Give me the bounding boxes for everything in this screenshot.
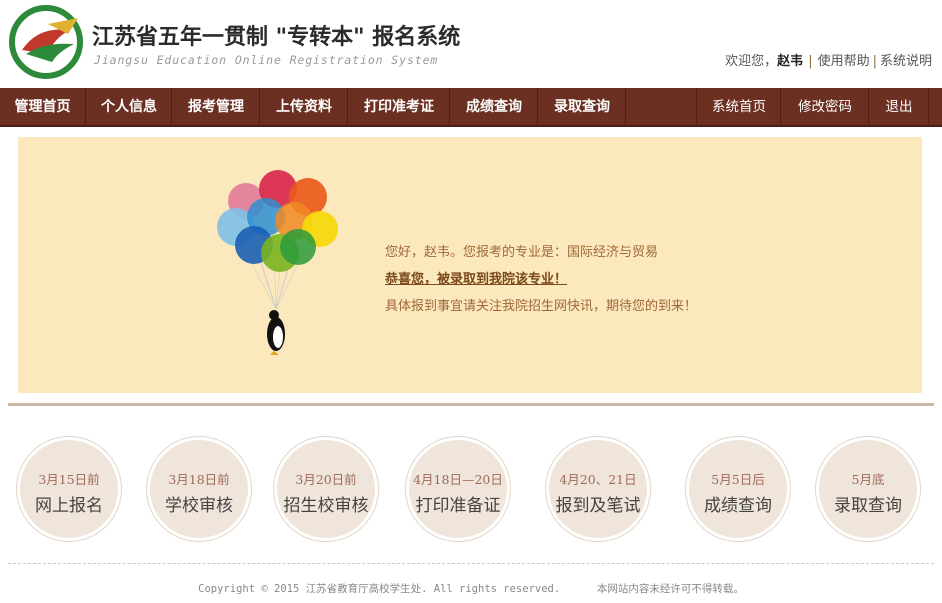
- reprint-notice: 本网站内容未经许可不得转载。: [596, 583, 744, 595]
- nav-divider: [696, 88, 697, 127]
- nav-item-print-ticket[interactable]: 打印准考证: [349, 88, 449, 127]
- step-name: 录取查询: [834, 496, 902, 516]
- welcome-text: 欢迎您，: [725, 54, 778, 69]
- step-print-ticket[interactable]: 4月18日—20日 打印准备证: [406, 437, 510, 541]
- about-link[interactable]: 系统说明: [880, 54, 932, 69]
- user-bar: 欢迎您，赵韦 | 使用帮助 | 系统说明: [725, 50, 932, 69]
- step-enrolling-school-review[interactable]: 3月20日前 招生校审核: [274, 437, 378, 541]
- step-name: 网上报名: [35, 496, 103, 516]
- nav-divider: [259, 88, 260, 127]
- step-name: 打印准备证: [415, 496, 501, 516]
- step-score-query[interactable]: 5月5日后 成绩查询: [686, 437, 790, 541]
- nav-item-exam-manage[interactable]: 报考管理: [173, 88, 259, 127]
- step-date: 4月18日—20日: [413, 472, 503, 487]
- nav-divider: [625, 88, 626, 127]
- nav-item-logout[interactable]: 退出: [870, 88, 928, 127]
- step-name: 成绩查询: [704, 496, 772, 516]
- step-name: 报到及笔试: [555, 496, 641, 516]
- step-date: 4月20、21日: [559, 472, 637, 487]
- nav-item-scores[interactable]: 成绩查询: [451, 88, 537, 127]
- nav-item-change-password[interactable]: 修改密码: [782, 88, 868, 127]
- nav-item-system-home[interactable]: 系统首页: [698, 88, 780, 127]
- step-admission-query[interactable]: 5月底 录取查询: [816, 437, 920, 541]
- step-online-registration[interactable]: 3月15日前 网上报名: [17, 437, 121, 541]
- step-date: 5月5日后: [711, 472, 765, 487]
- main-nav: 管理首页 个人信息 报考管理 上传资料 打印准考证 成绩查询 录取查询 系统首页…: [0, 88, 942, 127]
- admission-banner: 您好，赵韦。您报考的专业是：国际经济与贸易 恭喜您，被录取到我院该专业！ 具体报…: [18, 137, 922, 393]
- footer-divider: [8, 563, 934, 564]
- user-name: 赵韦: [777, 54, 804, 69]
- nav-item-upload[interactable]: 上传资料: [261, 88, 347, 127]
- site-title: 江苏省五年一贯制 "专转本" 报名系统: [92, 24, 461, 50]
- step-date: 5月底: [851, 472, 885, 487]
- separator: |: [808, 54, 813, 69]
- applicant-major-text: 您好，赵韦。您报考的专业是：国际经济与贸易: [385, 245, 659, 260]
- step-school-review[interactable]: 3月18日前 学校审核: [147, 437, 251, 541]
- separator: |: [872, 54, 877, 69]
- header: 江苏省五年一贯制 "专转本" 报名系统 Jiangsu Education On…: [0, 0, 942, 88]
- copyright-text: Copyright © 2015 江苏省教育厅高校学生处. All rights…: [198, 583, 561, 595]
- section-divider: [8, 403, 934, 406]
- step-name: 学校审核: [165, 496, 233, 516]
- registration-notice-text: 具体报到事宜请关注我院招生网快讯，期待您的到来！: [385, 299, 698, 314]
- step-date: 3月20日前: [295, 472, 357, 487]
- site-subtitle: Jiangsu Education Online Registration Sy…: [94, 53, 439, 67]
- nav-divider: [171, 88, 172, 127]
- footer: Copyright © 2015 江苏省教育厅高校学生处. All rights…: [0, 581, 942, 596]
- step-name: 招生校审核: [283, 496, 369, 516]
- nav-divider: [537, 88, 538, 127]
- nav-item-profile[interactable]: 个人信息: [87, 88, 171, 127]
- logo-icon: [9, 5, 83, 79]
- admission-congrats-text: 恭喜您，被录取到我院该专业！: [385, 272, 568, 287]
- balloons-penguin-illustration: [217, 170, 338, 355]
- nav-divider: [85, 88, 86, 127]
- nav-divider: [780, 88, 781, 127]
- nav-item-admission[interactable]: 录取查询: [539, 88, 625, 127]
- nav-divider: [449, 88, 450, 127]
- help-link[interactable]: 使用帮助: [818, 54, 870, 69]
- step-checkin-exam[interactable]: 4月20、21日 报到及笔试: [546, 437, 650, 541]
- step-date: 3月18日前: [168, 472, 230, 487]
- nav-item-home[interactable]: 管理首页: [0, 88, 85, 127]
- nav-divider: [868, 88, 869, 127]
- nav-divider: [928, 88, 929, 127]
- step-date: 3月15日前: [38, 472, 100, 487]
- nav-divider: [347, 88, 348, 127]
